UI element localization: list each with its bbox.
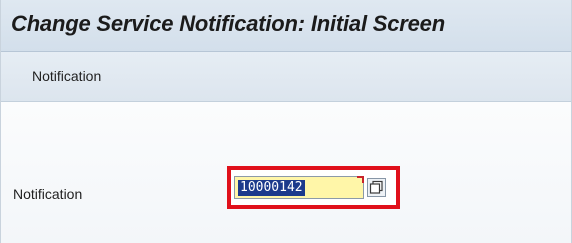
title-bar: Change Service Notification: Initial Scr… bbox=[1, 0, 571, 52]
sap-window: Change Service Notification: Initial Scr… bbox=[0, 0, 572, 243]
notification-input-value: 10000142 bbox=[238, 180, 305, 196]
value-help-icon bbox=[367, 178, 386, 197]
value-help-button[interactable] bbox=[367, 178, 386, 197]
menu-bar: Notification bbox=[1, 52, 571, 102]
menu-item-notification[interactable]: Notification bbox=[32, 68, 101, 84]
notification-field-label: Notification bbox=[13, 186, 83, 202]
notification-input[interactable]: 10000142 bbox=[234, 176, 364, 199]
required-marker bbox=[357, 176, 364, 183]
page-title: Change Service Notification: Initial Scr… bbox=[11, 11, 445, 36]
form-area: Notification 10000142 bbox=[1, 102, 571, 243]
